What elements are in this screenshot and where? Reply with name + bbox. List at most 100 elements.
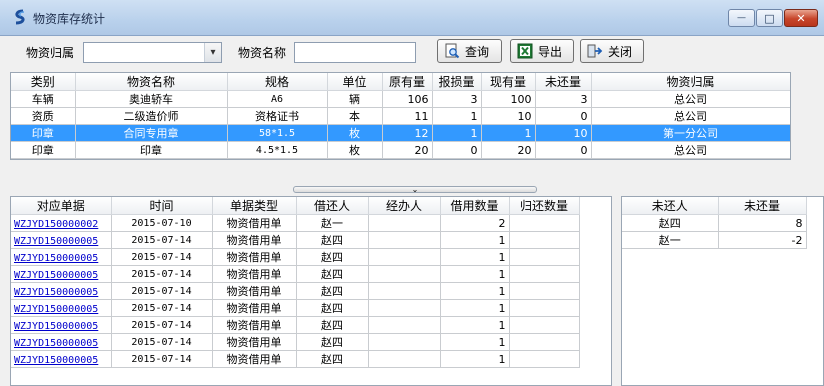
- cell-owner[interactable]: 第一分公司: [591, 124, 790, 142]
- cell-borrower-cell[interactable]: 赵四: [296, 299, 369, 317]
- cell-damaged-qty[interactable]: 0: [432, 141, 482, 159]
- col-header-doc-type[interactable]: 单据类型: [212, 197, 297, 215]
- cell-spec[interactable]: 4.5*1.5: [227, 141, 328, 159]
- loan-row[interactable]: WZJYD150000005 2015-07-14 物资借用单 赵四 1: [11, 333, 580, 351]
- cell-document-link-cell[interactable]: WZJYD150000005: [11, 248, 112, 266]
- cell-item-name[interactable]: 印章: [75, 141, 228, 159]
- col-header-damaged-qty[interactable]: 报损量: [432, 73, 482, 91]
- cell-borrow-qty-cell[interactable]: 1: [440, 316, 510, 334]
- name-input[interactable]: [294, 42, 416, 63]
- cell-time-cell[interactable]: 2015-07-14: [111, 299, 213, 317]
- cell-document-link-cell[interactable]: WZJYD150000005: [11, 299, 112, 317]
- cell-document-link-cell[interactable]: WZJYD150000005: [11, 316, 112, 334]
- cell-owner[interactable]: 总公司: [591, 141, 790, 159]
- cell-doc-type-cell[interactable]: 物资借用单: [212, 231, 297, 249]
- cell-owner[interactable]: 总公司: [591, 107, 790, 125]
- cell-return-qty-cell[interactable]: [509, 265, 580, 283]
- minimize-button[interactable]: —: [728, 9, 755, 27]
- cell-borrow-qty-cell[interactable]: 1: [440, 350, 510, 368]
- cell-doc-type-cell[interactable]: 物资借用单: [212, 299, 297, 317]
- document-link[interactable]: WZJYD150000005: [14, 355, 98, 366]
- cell-handler-cell[interactable]: [368, 350, 441, 368]
- cell-handler-cell[interactable]: [368, 265, 441, 283]
- loan-row[interactable]: WZJYD150000005 2015-07-14 物资借用单 赵四 1: [11, 299, 580, 317]
- col-header-document[interactable]: 对应单据: [11, 197, 112, 215]
- cell-owner[interactable]: 总公司: [591, 90, 790, 108]
- inventory-row[interactable]: 资质 二级造价师 资格证书本 11 1 10 0 总公司: [11, 107, 790, 125]
- cell-item-name[interactable]: 奥迪轿车: [75, 90, 228, 108]
- document-link[interactable]: WZJYD150000005: [14, 304, 98, 315]
- cell-unreturned-qty[interactable]: 10: [535, 124, 592, 142]
- loan-row[interactable]: WZJYD150000005 2015-07-14 物资借用单 赵四 1: [11, 316, 580, 334]
- cell-return-qty-cell[interactable]: [509, 214, 580, 232]
- cell-time-cell[interactable]: 2015-07-14: [111, 248, 213, 266]
- cell-handler-cell[interactable]: [368, 214, 441, 232]
- cell-doc-type-cell[interactable]: 物资借用单: [212, 333, 297, 351]
- loan-row[interactable]: WZJYD150000005 2015-07-14 物资借用单 赵四 1: [11, 265, 580, 283]
- loan-row[interactable]: WZJYD150000005 2015-07-14 物资借用单 赵四 1: [11, 248, 580, 266]
- cell-return-qty-cell[interactable]: [509, 316, 580, 334]
- document-link[interactable]: WZJYD150000002: [14, 219, 98, 230]
- cell-return-qty-cell[interactable]: [509, 333, 580, 351]
- close-button[interactable]: 关闭: [580, 39, 644, 63]
- cell-time-cell[interactable]: 2015-07-14: [111, 265, 213, 283]
- cell-handler-cell[interactable]: [368, 231, 441, 249]
- loan-row[interactable]: WZJYD150000002 2015-07-10 物资借用单 赵一 2: [11, 214, 580, 232]
- col-header-time[interactable]: 时间: [111, 197, 213, 215]
- cell-borrow-qty-cell[interactable]: 1: [440, 282, 510, 300]
- cell-unreturned-person[interactable]: 赵四: [622, 214, 719, 232]
- cell-document-link-cell[interactable]: WZJYD150000005: [11, 231, 112, 249]
- cell-doc-type-cell[interactable]: 物资借用单: [212, 265, 297, 283]
- cell-unreturned-amount[interactable]: -2: [718, 231, 807, 249]
- document-link[interactable]: WZJYD150000005: [14, 338, 98, 349]
- cell-borrower-cell[interactable]: 赵四: [296, 265, 369, 283]
- cell-document-link-cell[interactable]: WZJYD150000005: [11, 350, 112, 368]
- cell-category[interactable]: 资质: [11, 107, 76, 125]
- cell-handler-cell[interactable]: [368, 248, 441, 266]
- document-link[interactable]: WZJYD150000005: [14, 287, 98, 298]
- col-header-borrow-qty[interactable]: 借用数量: [440, 197, 510, 215]
- cell-current-qty[interactable]: 100: [481, 90, 536, 108]
- cell-borrow-qty-cell[interactable]: 1: [440, 333, 510, 351]
- cell-unit[interactable]: 枚: [327, 124, 383, 142]
- cell-doc-type-cell[interactable]: 物资借用单: [212, 350, 297, 368]
- cell-damaged-qty[interactable]: 3: [432, 90, 482, 108]
- document-link[interactable]: WZJYD150000005: [14, 321, 98, 332]
- col-header-item-name[interactable]: 物资名称: [75, 73, 228, 91]
- cell-original-qty[interactable]: 11: [382, 107, 433, 125]
- cell-original-qty[interactable]: 12: [382, 124, 433, 142]
- cell-document-link-cell[interactable]: WZJYD150000005: [11, 282, 112, 300]
- document-link[interactable]: WZJYD150000005: [14, 253, 98, 264]
- close-window-button[interactable]: ✕: [784, 9, 818, 27]
- cell-damaged-qty[interactable]: 1: [432, 107, 482, 125]
- collapse-chevron-icon[interactable]: ⌄: [412, 186, 419, 194]
- cell-time-cell[interactable]: 2015-07-14: [111, 316, 213, 334]
- cell-current-qty[interactable]: 20: [481, 141, 536, 159]
- owner-dropdown[interactable]: ▾: [83, 42, 222, 63]
- cell-return-qty-cell[interactable]: [509, 282, 580, 300]
- loan-row[interactable]: WZJYD150000005 2015-07-14 物资借用单 赵四 1: [11, 231, 580, 249]
- inventory-row[interactable]: 印章 合同专用章 58*1.5 枚 12 1 1 10 第一分公司: [11, 124, 790, 142]
- cell-borrow-qty-cell[interactable]: 1: [440, 248, 510, 266]
- cell-unreturned-qty[interactable]: 0: [535, 141, 592, 159]
- cell-original-qty[interactable]: 106: [382, 90, 433, 108]
- cell-time-cell[interactable]: 2015-07-14: [111, 350, 213, 368]
- chevron-down-icon[interactable]: ▾: [204, 43, 221, 62]
- cell-return-qty-cell[interactable]: [509, 350, 580, 368]
- cell-borrower-cell[interactable]: 赵四: [296, 248, 369, 266]
- cell-return-qty-cell[interactable]: [509, 299, 580, 317]
- cell-damaged-qty[interactable]: 1: [432, 124, 482, 142]
- col-header-category[interactable]: 类别: [11, 73, 76, 91]
- cell-borrow-qty-cell[interactable]: 2: [440, 214, 510, 232]
- cell-return-qty-cell[interactable]: [509, 248, 580, 266]
- query-button[interactable]: 查询: [437, 39, 502, 63]
- col-header-original-qty[interactable]: 原有量: [382, 73, 433, 91]
- col-header-return-qty[interactable]: 归还数量: [509, 197, 580, 215]
- col-header-unreturned-qty[interactable]: 未还量: [535, 73, 592, 91]
- cell-doc-type-cell[interactable]: 物资借用单: [212, 214, 297, 232]
- cell-borrower-cell[interactable]: 赵一: [296, 214, 369, 232]
- cell-borrow-qty-cell[interactable]: 1: [440, 299, 510, 317]
- cell-item-name[interactable]: 二级造价师: [75, 107, 228, 125]
- cell-document-link-cell[interactable]: WZJYD150000005: [11, 265, 112, 283]
- cell-current-qty[interactable]: 10: [481, 107, 536, 125]
